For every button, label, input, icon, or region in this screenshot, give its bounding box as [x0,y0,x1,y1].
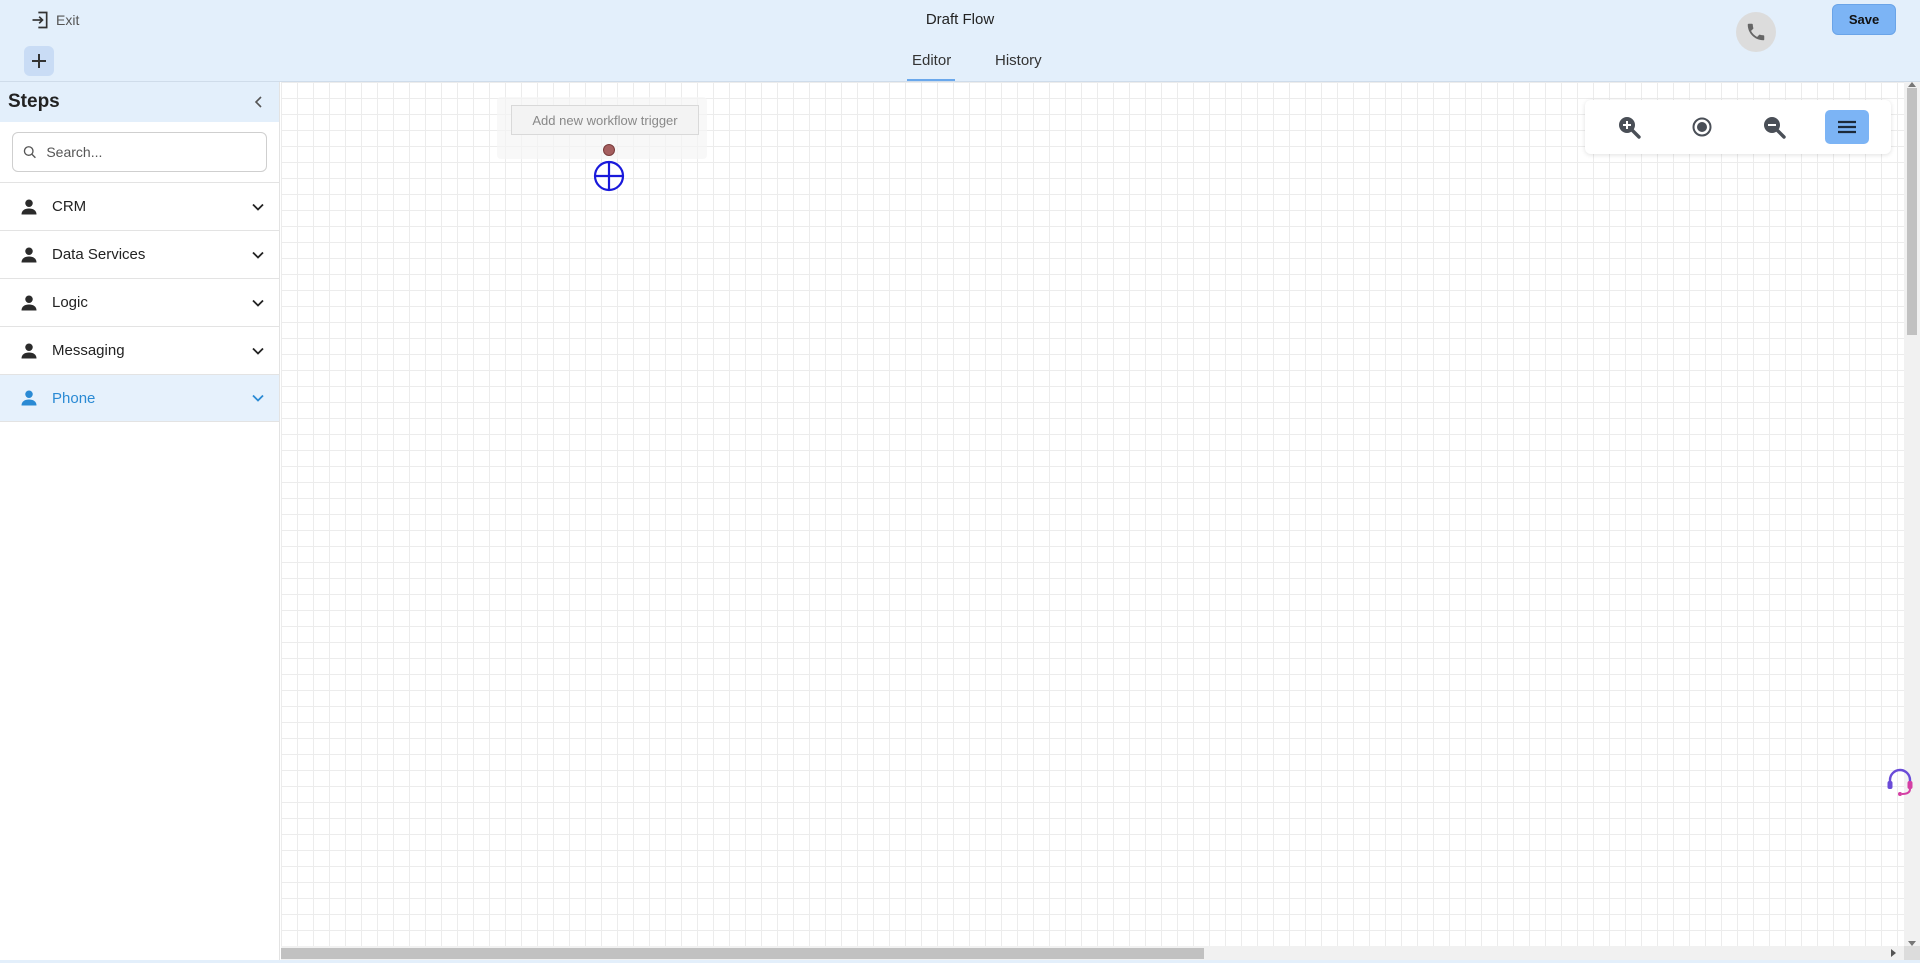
menu-button[interactable] [1824,110,1869,144]
category-label: Logic [52,294,88,311]
person-icon [21,199,37,214]
horizontal-scrollbar[interactable] [281,946,1904,960]
tab-bar: Editor History [0,40,1920,82]
zoom-out-icon [1764,117,1786,139]
steps-sidebar: Steps CRM Data Services Logic Messaging [0,82,280,963]
zoom-controls [1585,100,1891,154]
exit-icon [32,11,48,29]
zoom-out-button[interactable] [1752,110,1796,144]
category-phone[interactable]: Phone [0,374,279,422]
add-step-icon[interactable] [592,159,626,193]
person-icon [21,343,37,358]
tab-history[interactable]: History [995,52,1042,69]
add-button[interactable] [24,46,54,76]
zoom-in-button[interactable] [1607,110,1651,144]
category-messaging[interactable]: Messaging [0,326,279,374]
connector-dot[interactable] [603,144,615,156]
chevron-down-icon [252,299,264,307]
person-icon [21,295,37,310]
category-data-services[interactable]: Data Services [0,230,279,278]
zoom-in-icon [1619,117,1641,139]
phone-call-button[interactable] [1736,12,1776,52]
chevron-down-icon [252,394,264,402]
vertical-scrollbar[interactable] [1904,82,1920,946]
vertical-scroll-thumb[interactable] [1907,88,1917,335]
plus-icon [32,54,46,68]
chevron-left-icon [254,96,262,108]
tab-editor-underline [907,79,955,81]
save-button[interactable]: Save [1832,4,1896,35]
workflow-canvas[interactable]: Add new workflow trigger [281,82,1904,946]
collapse-sidebar-button[interactable] [247,92,271,112]
scroll-right-arrow[interactable] [1891,949,1896,957]
scroll-up-arrow[interactable] [1908,82,1916,87]
menu-icon [1837,120,1856,134]
phone-icon [1747,23,1765,41]
exit-button[interactable]: Exit [30,10,79,30]
add-trigger-button[interactable]: Add new workflow trigger [511,105,699,135]
category-logic[interactable]: Logic [0,278,279,326]
top-bar: Exit Draft Flow Save [0,0,1920,40]
category-label: Phone [52,389,96,407]
horizontal-scroll-thumb[interactable] [281,948,1204,959]
sidebar-header: Steps [0,82,279,122]
center-button[interactable] [1680,110,1724,144]
chevron-down-icon [252,251,264,259]
category-label: Messaging [52,342,125,359]
chevron-down-icon [252,203,264,211]
person-icon [21,390,37,406]
category-label: CRM [52,198,87,215]
search-icon [23,146,36,159]
trigger-node: Add new workflow trigger [497,97,707,159]
search-input[interactable] [46,144,256,160]
chevron-down-icon [252,347,264,355]
tab-editor[interactable]: Editor [912,52,951,69]
category-label: Data Services [52,246,146,263]
person-icon [21,247,37,262]
center-icon [1692,117,1712,137]
support-headset-icon[interactable] [1884,766,1916,798]
page-title: Draft Flow [925,11,995,28]
sidebar-title: Steps [8,91,60,112]
category-crm[interactable]: CRM [0,182,279,230]
search-box [12,132,267,172]
exit-label: Exit [56,12,80,28]
